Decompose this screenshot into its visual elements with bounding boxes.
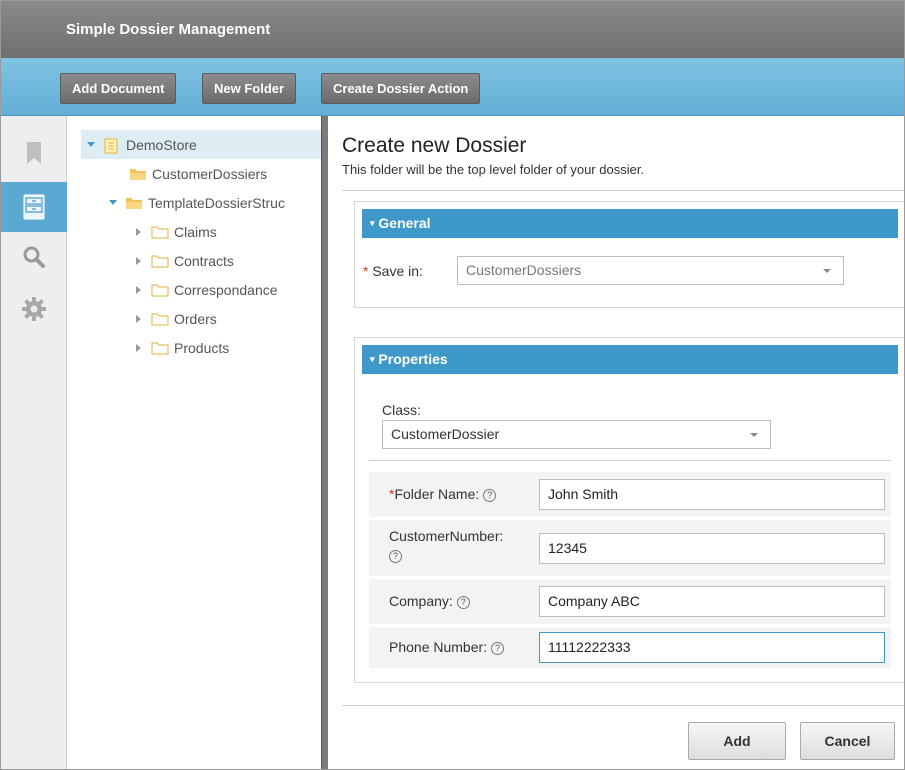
customer-number-label-text: CustomerNumber: xyxy=(389,528,504,544)
gear-icon[interactable] xyxy=(19,294,49,324)
folder-icon xyxy=(151,283,169,297)
toolbar: Add Document New Folder Create Dossier A… xyxy=(1,58,904,116)
save-in-select[interactable]: CustomerDossiers xyxy=(457,256,844,285)
save-in-value: CustomerDossiers xyxy=(466,262,582,278)
folder-icon xyxy=(151,225,169,239)
phone-number-input[interactable]: 11112222333 xyxy=(539,632,885,663)
field-row-company: Company:? Company ABC xyxy=(369,579,891,624)
company-label-text: Company: xyxy=(389,593,453,609)
class-label: Class: xyxy=(382,402,421,418)
help-icon[interactable]: ? xyxy=(389,550,402,563)
general-header-label: General xyxy=(378,215,431,231)
collapsed-triangle-icon[interactable] xyxy=(133,227,145,237)
page-title: Create new Dossier xyxy=(342,134,527,157)
tree-label: TemplateDossierStruc xyxy=(148,194,285,211)
expand-triangle-icon[interactable] xyxy=(85,141,97,149)
properties-section: ▾ Properties Class: CustomerDossier *Fol… xyxy=(354,337,904,683)
tree-label: Claims xyxy=(174,223,217,240)
save-in-label-wrap: * Save in: xyxy=(363,263,423,279)
folder-icon xyxy=(151,312,169,326)
required-marker: * xyxy=(363,263,369,279)
tree-label: CustomerDossiers xyxy=(152,165,268,182)
panel-splitter[interactable] xyxy=(321,116,328,769)
folder-icon xyxy=(129,167,147,181)
left-rail xyxy=(1,116,67,769)
chevron-down-icon xyxy=(823,269,831,273)
field-row-folder-name: *Folder Name:? John Smith xyxy=(369,472,891,517)
new-folder-button[interactable]: New Folder xyxy=(202,73,297,104)
bookmark-icon[interactable] xyxy=(19,138,49,168)
divider xyxy=(342,705,904,706)
collapsed-triangle-icon[interactable] xyxy=(133,256,145,266)
tree-item-products[interactable]: Products xyxy=(133,333,229,362)
collapsed-triangle-icon[interactable] xyxy=(133,314,145,324)
folder-name-label: *Folder Name:? xyxy=(389,486,497,502)
collapse-arrow-icon: ▾ xyxy=(370,354,375,364)
company-label: Company:? xyxy=(389,593,470,609)
tree-root-demostore[interactable]: DemoStore xyxy=(81,130,321,159)
general-section: ▾ General * Save in: CustomerDossiers xyxy=(354,201,904,308)
tree-label: Orders xyxy=(174,310,217,327)
title-bar: Simple Dossier Management xyxy=(1,1,904,58)
class-select[interactable]: CustomerDossier xyxy=(382,420,771,449)
properties-header[interactable]: ▾ Properties xyxy=(362,345,898,374)
folder-icon xyxy=(151,254,169,268)
cancel-button[interactable]: Cancel xyxy=(800,722,895,760)
customer-number-label: CustomerNumber: ? xyxy=(389,527,503,565)
tree-label: DemoStore xyxy=(126,136,197,153)
folder-icon xyxy=(151,341,169,355)
divider xyxy=(369,460,891,461)
customer-number-input[interactable]: 12345 xyxy=(539,533,885,564)
add-button[interactable]: Add xyxy=(688,722,786,760)
page-subtitle: This folder will be the top level folder… xyxy=(342,162,645,177)
tree-label: Correspondance xyxy=(174,281,278,298)
help-icon[interactable]: ? xyxy=(491,642,505,655)
properties-header-label: Properties xyxy=(378,351,448,367)
help-icon[interactable]: ? xyxy=(483,489,497,502)
expand-triangle-icon[interactable] xyxy=(107,199,119,207)
tree-item-templatedossierstructure[interactable]: TemplateDossierStruc xyxy=(107,188,285,217)
collapse-arrow-icon: ▾ xyxy=(370,218,375,228)
folder-name-label-text: Folder Name: xyxy=(394,486,480,502)
field-row-customer-number: CustomerNumber: ? 12345 xyxy=(369,520,891,576)
folder-tree: DemoStore CustomerDossiers TemplateDossi… xyxy=(67,116,321,769)
add-document-button[interactable]: Add Document xyxy=(60,73,177,104)
save-in-label: Save in: xyxy=(372,263,423,279)
create-dossier-action-button[interactable]: Create Dossier Action xyxy=(321,73,481,104)
divider xyxy=(342,190,904,191)
tree-item-customerdossiers[interactable]: CustomerDossiers xyxy=(129,159,267,188)
collapsed-triangle-icon[interactable] xyxy=(133,285,145,295)
phone-number-label-text: Phone Number: xyxy=(389,639,488,655)
class-value: CustomerDossier xyxy=(391,426,500,442)
app-title: Simple Dossier Management xyxy=(66,21,271,38)
tree-item-contracts[interactable]: Contracts xyxy=(133,246,234,275)
collapsed-triangle-icon[interactable] xyxy=(133,343,145,353)
cabinet-icon[interactable] xyxy=(19,192,49,222)
help-icon[interactable]: ? xyxy=(456,596,470,609)
chevron-down-icon xyxy=(750,433,758,437)
company-input[interactable]: Company ABC xyxy=(539,586,885,617)
tree-item-orders[interactable]: Orders xyxy=(133,304,217,333)
field-row-phone-number: Phone Number:? 11112222333 xyxy=(369,627,891,668)
object-store-icon xyxy=(103,138,121,153)
folder-name-input[interactable]: John Smith xyxy=(539,479,885,510)
search-icon[interactable] xyxy=(19,242,49,272)
app-window: Simple Dossier Management Add Document N… xyxy=(0,0,905,770)
tree-item-claims[interactable]: Claims xyxy=(133,217,217,246)
tree-label: Contracts xyxy=(174,252,234,269)
phone-number-label: Phone Number:? xyxy=(389,639,505,655)
folder-icon xyxy=(125,196,143,210)
tree-item-correspondance[interactable]: Correspondance xyxy=(133,275,278,304)
general-header[interactable]: ▾ General xyxy=(362,209,898,238)
tree-label: Products xyxy=(174,339,230,356)
create-dossier-panel: Create new Dossier This folder will be t… xyxy=(328,116,904,769)
